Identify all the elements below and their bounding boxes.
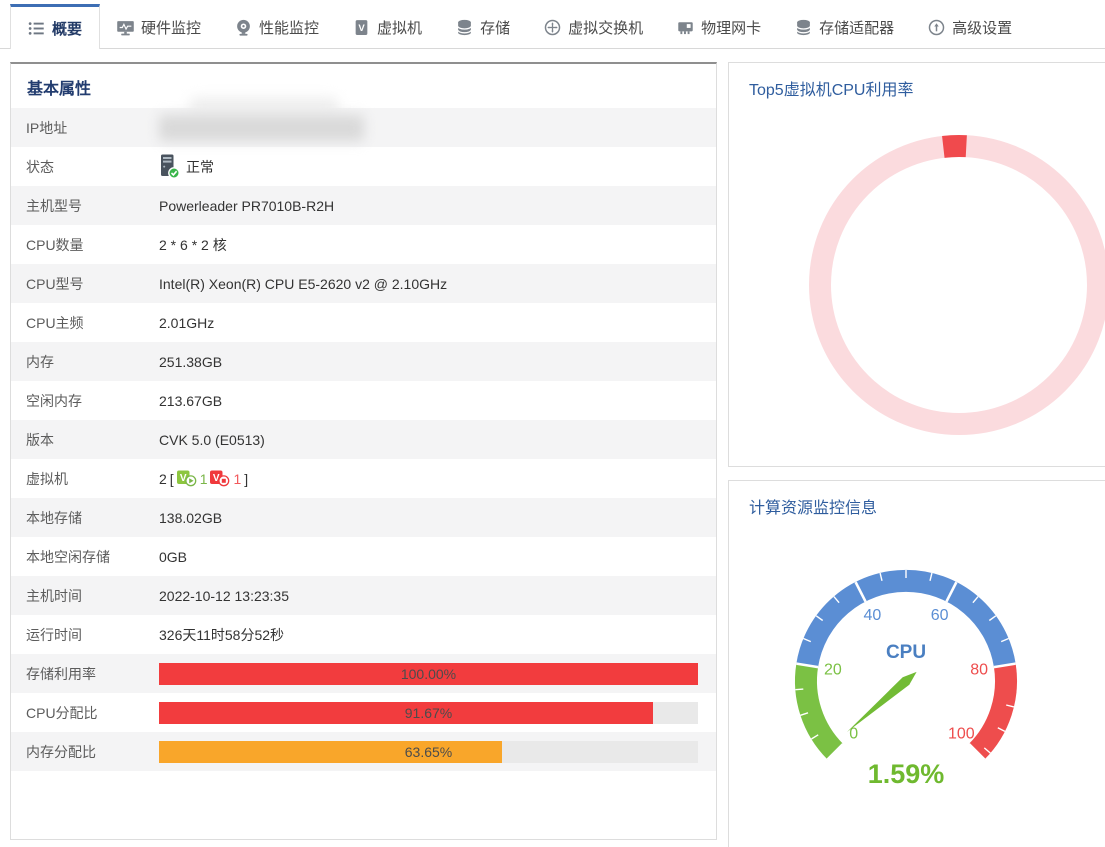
tab-bar: 概要 硬件监控 性能监控 V 虚拟机 存储 虚拟交换机 物理网卡 存储适配器 高… [0,0,1105,49]
table-row-cpu-freq: CPU主频 2.01GHz [26,314,215,331]
svg-text:60: 60 [931,607,949,624]
svg-text:V: V [358,23,365,34]
svg-text:80: 80 [970,661,988,678]
table-row-storage-utilization: 存储利用率 100.00% [11,654,716,693]
tab-virtual-machines[interactable]: V 虚拟机 [336,4,439,48]
tab-label: 高级设置 [952,20,1013,37]
svg-text:40: 40 [864,607,882,624]
tab-label: 硬件监控 [141,20,202,37]
top5-cpu-panel: Top5虚拟机CPU利用率 [728,62,1105,467]
monitor-icon [117,19,134,36]
list-icon [28,20,45,37]
vm-icon: V [353,19,370,36]
table-row-uptime: 运行时间 326天11时58分52秒 [26,626,285,643]
advanced-icon [928,19,945,36]
panel-title: 基本属性 [27,81,92,98]
table-row-cpu-allocation: CPU分配比 91.67% [11,693,716,732]
bar-value: 91.67% [404,704,453,721]
table-row-host-time: 主机时间 2022-10-12 13:23:35 [11,576,716,615]
tab-overview[interactable]: 概要 [10,4,101,49]
tab-advanced-settings[interactable]: 高级设置 [911,4,1029,48]
tab-label: 虚拟机 [377,20,423,37]
gauge-tick-labels: 0 20 40 60 80 100 [824,607,988,742]
table-row-ip: IP地址 [11,96,716,147]
tab-label: 存储适配器 [819,20,895,37]
svg-text:0: 0 [849,725,858,742]
svg-text:100: 100 [948,725,975,742]
server-ok-icon [159,154,180,179]
tab-label: 物理网卡 [701,20,762,37]
tab-hardware-monitor[interactable]: 硬件监控 [100,4,218,48]
table-row-cpu-count: CPU数量 2 * 6 * 2 核 [26,236,227,253]
status-text: 正常 [186,158,214,175]
table-row-status: 状态 正常 [11,147,716,186]
table-row-free-memory: 空闲内存 213.67GB [26,392,223,409]
tab-storage[interactable]: 存储 [439,4,527,48]
top5-cpu-donut-chart [809,135,1105,435]
bar-value: 100.00% [400,665,457,682]
vm-total: 2 [159,470,167,487]
table-row-model: 主机型号 Powerleader PR7010B-R2H [11,186,716,225]
table-row-memory: 内存 251.38GB [11,342,716,381]
storage-icon [456,19,473,36]
vm-running-icon: V [176,470,197,487]
vm-stopped-icon: V [210,470,230,487]
tab-physical-nic[interactable]: 物理网卡 [660,4,778,48]
nic-icon [677,19,694,36]
storage-adapter-icon [795,19,812,36]
table-row-local-storage: 本地存储 138.02GB [11,498,716,537]
donut-remainder-segment [809,135,1105,435]
panel-title: 计算资源监控信息 [749,500,878,517]
camera-icon [235,19,252,36]
vm-running-count: 1 [199,470,208,487]
bracket-close: ] [244,470,249,487]
table-row-local-free-storage: 本地空闲存储 0GB [26,548,188,565]
gauge-needle [847,671,917,732]
host-overview-screen: 概要 硬件监控 性能监控 V 虚拟机 存储 虚拟交换机 物理网卡 存储适配器 高… [0,0,1105,847]
cpu-allocation-bar: 91.67% [159,701,698,724]
redacted-ip-value [159,96,389,145]
table-row-memory-allocation: 内存分配比 63.65% [11,732,716,771]
tab-label: 存储 [480,20,511,37]
table-row-version: 版本 CVK 5.0 (E0513) [11,420,716,459]
tab-label: 概要 [52,20,83,38]
gauge-metric-label: CPU [886,642,926,663]
table-row-vms: 虚拟机 2 [ V 1 V 1] [26,470,249,487]
tab-label: 性能监控 [259,20,320,37]
cpu-gauge-chart: 0 20 40 60 80 100 CPU 1.59% [794,569,1018,789]
bar-value: 63.65% [404,743,453,760]
compute-monitor-panel: 计算资源监控信息 0 20 40 60 80 100 CPU 1.59% [728,480,1105,847]
donut-active-segment [942,135,967,158]
gauge-value-text: 1.59% [868,759,945,789]
tab-virtual-switch[interactable]: 虚拟交换机 [527,4,660,48]
tab-label: 虚拟交换机 [568,20,644,37]
memory-allocation-bar: 63.65% [159,740,698,763]
basic-properties-panel: 基本属性 IP地址 状态 正常 主机型号 Powerleader PR7010B… [10,62,717,840]
bracket-open: [ [169,470,174,487]
vswitch-icon [544,19,561,36]
table-row-cpu-model: CPU型号 Intel(R) Xeon(R) CPU E5-2620 v2 @ … [11,264,716,303]
vm-stopped-count: 1 [233,470,242,487]
tab-storage-adapter[interactable]: 存储适配器 [778,4,911,48]
storage-utilization-bar: 100.00% [159,662,698,685]
tab-performance-monitor[interactable]: 性能监控 [218,4,336,48]
svg-text:20: 20 [824,661,842,678]
